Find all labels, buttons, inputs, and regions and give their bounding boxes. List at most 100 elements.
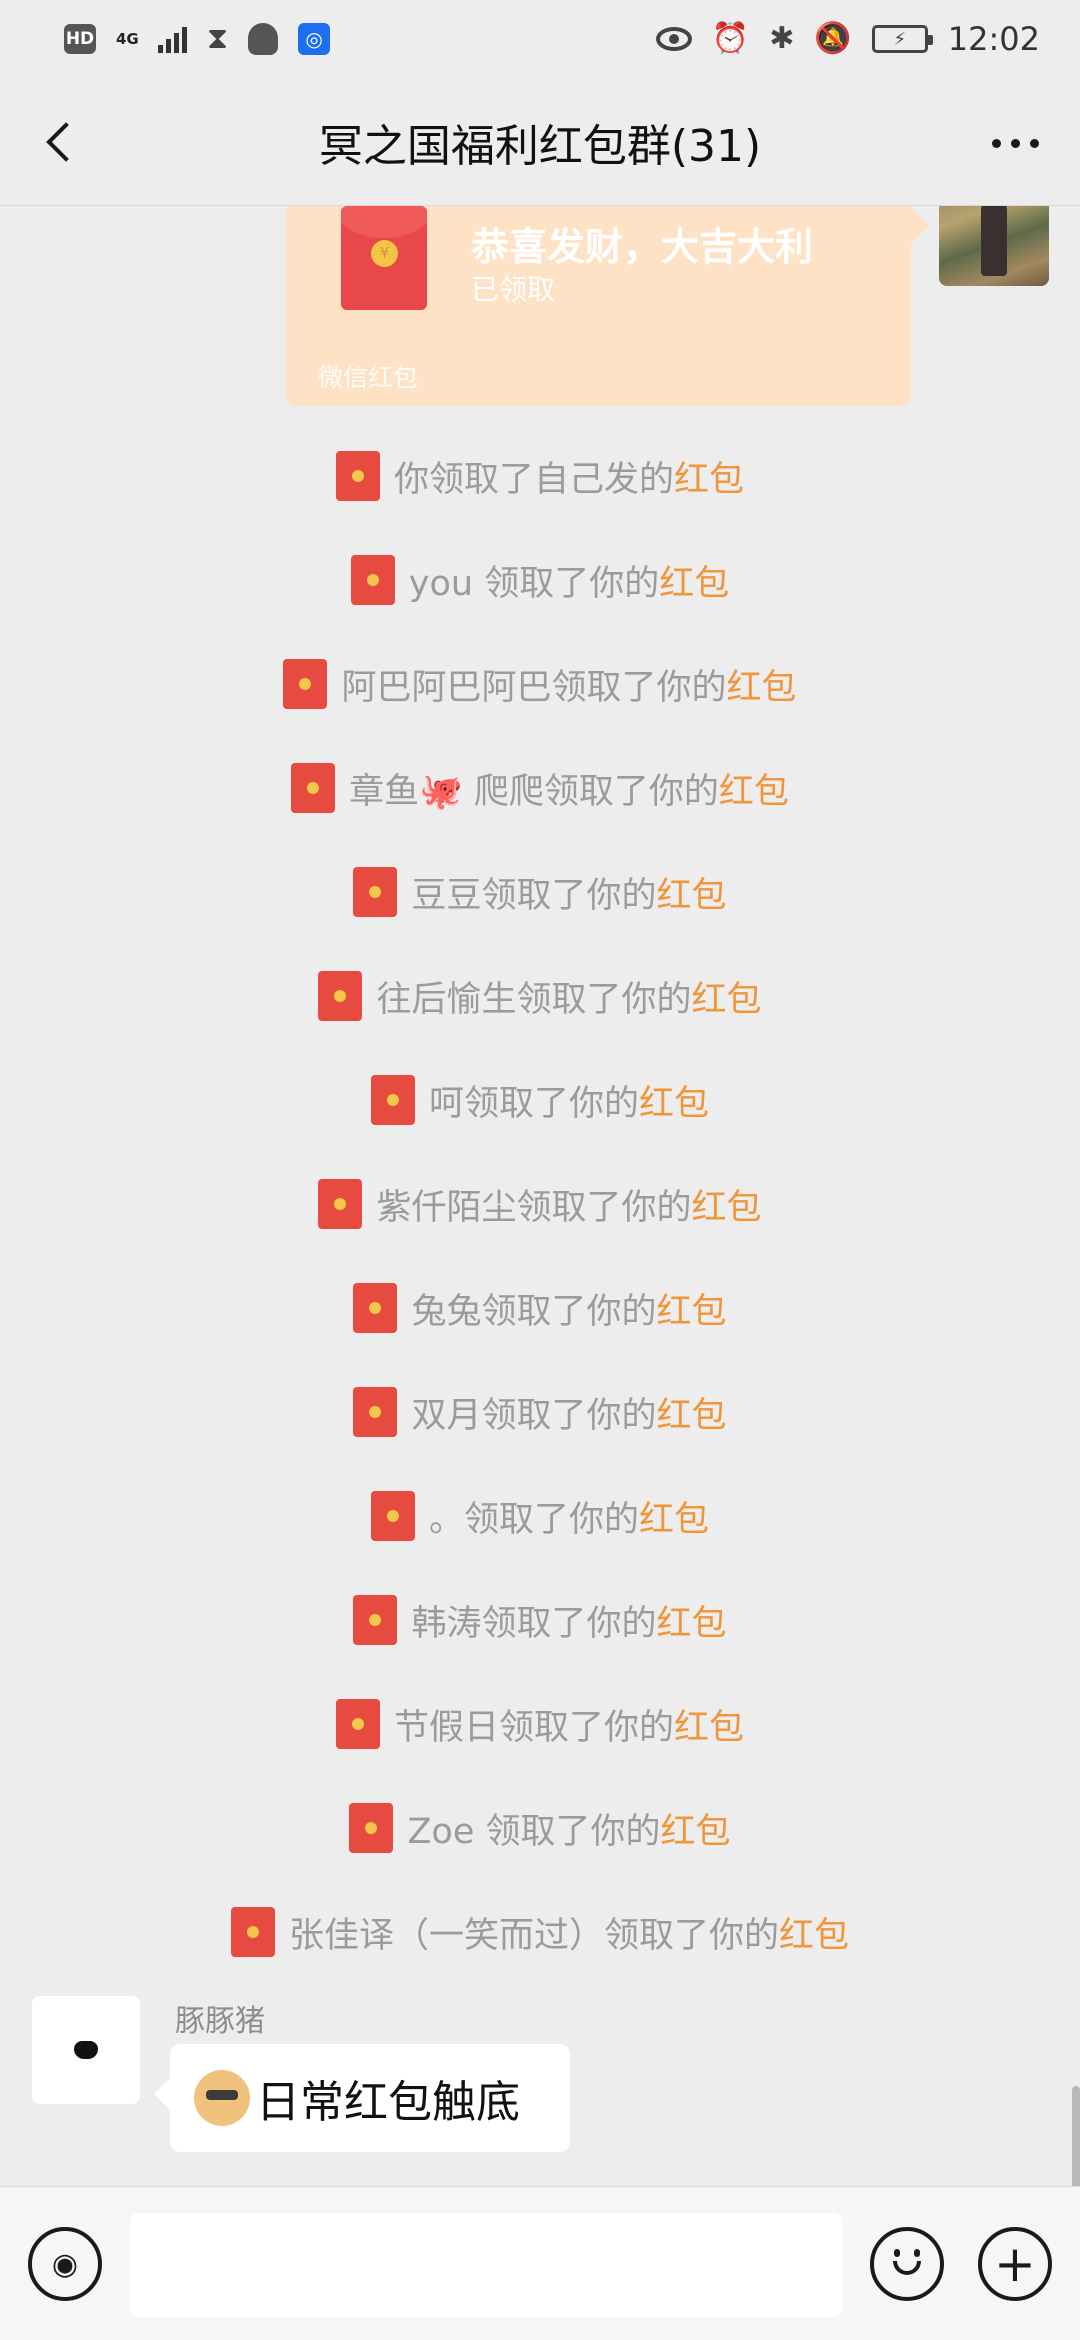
notice-text: you 领取了你的 [408, 563, 660, 604]
red-packet-link[interactable]: 红包 [674, 1708, 744, 1748]
red-packet-status: 已领取 [471, 273, 556, 306]
red-packet-icon [230, 1907, 275, 1957]
red-packet-link[interactable]: 红包 [657, 1292, 727, 1332]
doge-emoji-icon [194, 2070, 250, 2126]
red-packet-link[interactable]: 红包 [719, 772, 789, 812]
system-notice: 章鱼🐙 爬爬领取了你的红包 [0, 758, 1080, 818]
battery-charging-icon: ⚡ [871, 25, 933, 53]
system-notice: 节假日领取了你的红包 [0, 1694, 1080, 1754]
coin-icon: ¥ [371, 240, 398, 267]
notice-text: 阿巴阿巴阿巴领取了你的 [341, 667, 727, 708]
cat-icon [74, 2041, 98, 2059]
eye-icon [655, 27, 692, 51]
red-packet-link[interactable]: 红包 [657, 1396, 727, 1436]
system-notice: 呵领取了你的红包 [0, 1070, 1080, 1130]
message-input[interactable] [130, 2213, 842, 2317]
red-packet-link[interactable]: 红包 [661, 1812, 731, 1852]
red-packet-icon [283, 659, 328, 709]
notice-text: Zoe 领取了你的 [407, 1811, 661, 1852]
red-packet-icon [318, 1179, 363, 1229]
bulb-icon: ◎ [298, 23, 331, 55]
qq-icon [248, 23, 279, 55]
system-notice: Zoe 领取了你的红包 [0, 1798, 1080, 1858]
more-dots-icon [991, 138, 1001, 148]
red-packet-icon [353, 1595, 398, 1645]
system-notice: 紫仟陌尘领取了你的红包 [0, 1174, 1080, 1234]
alarm-icon: ⏰ [711, 21, 750, 56]
red-packet-card[interactable]: ¥ 恭喜发财，大吉大利 已领取 微信红包 [286, 206, 929, 406]
red-packet-greeting: 恭喜发财，大吉大利 [471, 225, 814, 269]
emoji-button[interactable] [870, 2227, 944, 2301]
plus-icon: + [994, 2235, 1036, 2293]
system-notice: 阿巴阿巴阿巴领取了你的红包 [0, 654, 1080, 714]
notice-text: 往后愉生领取了你的 [376, 979, 692, 1020]
mute-icon: 🔕 [814, 21, 852, 56]
red-packet-icon [335, 451, 380, 501]
network-type: 4G [116, 29, 139, 48]
hourglass-icon: ⧗ [207, 21, 229, 56]
notice-text: 章鱼🐙 爬爬领取了你的 [349, 771, 719, 812]
notice-text: 你领取了自己发的 [393, 459, 674, 500]
smiley-icon [887, 2249, 927, 2279]
red-packet-icon [353, 867, 398, 917]
system-notice: 往后愉生领取了你的红包 [0, 966, 1080, 1026]
notice-text: 节假日领取了你的 [393, 1707, 674, 1748]
status-bar-right: ⏰ ✱ 🔕 ⚡ 12:02 [655, 20, 1040, 58]
system-notice: 张佳译（一笑而过）领取了你的红包 [0, 1902, 1080, 1962]
red-packet-link[interactable]: 红包 [657, 876, 727, 916]
voice-icon: ◉ [51, 2246, 79, 2282]
message-text: 日常红包触底 [256, 2077, 520, 2128]
system-notice: 韩涛领取了你的红包 [0, 1590, 1080, 1650]
system-notice: 兔兔领取了你的红包 [0, 1278, 1080, 1338]
hd-icon: HD [64, 24, 96, 54]
notice-text: 豆豆领取了你的 [411, 875, 657, 916]
system-notice: 豆豆领取了你的红包 [0, 862, 1080, 922]
bluetooth-icon: ✱ [769, 21, 795, 56]
message-bubble[interactable]: 日常红包触底 [154, 2044, 570, 2152]
red-packet-label: 微信红包 [318, 363, 419, 392]
more-button[interactable] [980, 118, 1050, 168]
red-packet-icon [350, 555, 395, 605]
red-packet-icon [370, 1075, 415, 1125]
red-packet-icon [318, 971, 363, 1021]
red-packet-link[interactable]: 红包 [639, 1084, 709, 1124]
red-packet-icon [349, 1803, 394, 1853]
red-packet-icon [335, 1699, 380, 1749]
status-bar-left: HD 4G ⧗ ◎ [64, 21, 331, 56]
chevron-left-icon [46, 122, 86, 162]
red-packet-link[interactable]: 红包 [692, 980, 762, 1020]
notice-text: 。领取了你的 [428, 1499, 639, 1540]
message-list[interactable]: ¥ 恭喜发财，大吉大利 已领取 微信红包 你领取了自己发的红包 you 领取了你… [0, 206, 1080, 2186]
notice-text: 呵领取了你的 [428, 1083, 639, 1124]
more-actions-button[interactable]: + [978, 2227, 1052, 2301]
scrollbar[interactable] [1072, 2086, 1080, 2186]
red-packet-icon [291, 763, 336, 813]
notice-text: 张佳译（一笑而过）领取了你的 [288, 1915, 779, 1956]
red-packet-link[interactable]: 红包 [692, 1188, 762, 1228]
avatar[interactable] [939, 206, 1049, 286]
avatar[interactable] [32, 1996, 140, 2104]
red-packet-link[interactable]: 红包 [674, 460, 744, 500]
clock: 12:02 [947, 20, 1040, 58]
chat-title: 冥之国福利红包群(31) [318, 120, 762, 172]
signal-icon [158, 25, 187, 53]
system-notice: you 领取了你的红包 [0, 550, 1080, 610]
red-packet-link[interactable]: 红包 [639, 1500, 709, 1540]
status-bar: HD 4G ⧗ ◎ ⏰ ✱ 🔕 ⚡ 12:02 [0, 0, 1080, 78]
red-packet-link[interactable]: 红包 [657, 1604, 727, 1644]
system-notice: 你领取了自己发的红包 [0, 446, 1080, 506]
input-bar: ◉ + [0, 2186, 1080, 2340]
voice-button[interactable]: ◉ [28, 2227, 102, 2301]
red-packet-icon [353, 1283, 398, 1333]
red-packet-icon [370, 1491, 415, 1541]
red-packet-icon [353, 1387, 398, 1437]
sender-name: 豚豚猪 [175, 2004, 265, 2039]
notice-text: 紫仟陌尘领取了你的 [376, 1187, 692, 1228]
red-packet-link[interactable]: 红包 [659, 564, 729, 604]
red-packet-link[interactable]: 红包 [779, 1916, 849, 1956]
back-button[interactable] [30, 110, 90, 174]
red-packet-link[interactable]: 红包 [727, 668, 797, 708]
notice-text: 兔兔领取了你的 [411, 1291, 657, 1332]
notice-text: 双月领取了你的 [411, 1395, 657, 1436]
system-notice: 双月领取了你的红包 [0, 1382, 1080, 1442]
